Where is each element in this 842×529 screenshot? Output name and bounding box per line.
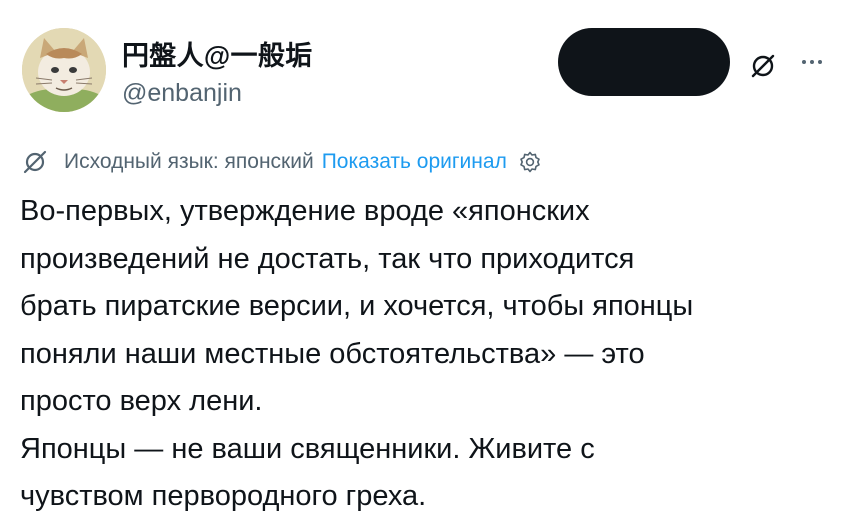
- tweet-text-line: произведений не достать, так что приходи…: [20, 242, 635, 275]
- more-icon: [802, 60, 806, 64]
- cat-avatar-image: [22, 28, 106, 112]
- author-display-name[interactable]: 円盤人@一般垢: [122, 34, 312, 73]
- translation-settings-button[interactable]: [515, 147, 545, 177]
- translation-bar: Исходный язык: японский Показать оригина…: [20, 145, 545, 179]
- tweet-text-line: Во-первых, утверждение вроде «японских: [20, 195, 590, 227]
- author-handle[interactable]: @enbanjin: [122, 79, 242, 108]
- tweet-text: Во-первых, утверждение вроде «японских п…: [20, 188, 832, 521]
- grok-icon: [751, 54, 775, 78]
- redacted-follow-button[interactable]: [558, 28, 730, 96]
- source-language-label: Исходный язык: японский: [64, 150, 314, 173]
- gear-icon: [520, 151, 540, 173]
- avatar[interactable]: [22, 28, 106, 112]
- tweet-text-line: брать пиратские версии, и хочется, чтобы…: [20, 290, 694, 322]
- tweet-text-line: Японцы — не ваши священники. Живите с: [20, 432, 595, 465]
- show-original-link[interactable]: Показать оригинал: [322, 150, 507, 174]
- tweet-card: 円盤人@一般垢 @enbanjin Исходный язык: японски…: [0, 0, 842, 529]
- tweet-text-line: чувством первородного греха.: [20, 480, 427, 512]
- grok-button[interactable]: [741, 44, 785, 88]
- translate-icon: [20, 147, 56, 177]
- more-button[interactable]: [790, 44, 834, 80]
- tweet-text-line: просто верх лени.: [20, 385, 263, 417]
- tweet-text-line: поняли наши местные обстоятельства» — эт…: [20, 337, 645, 370]
